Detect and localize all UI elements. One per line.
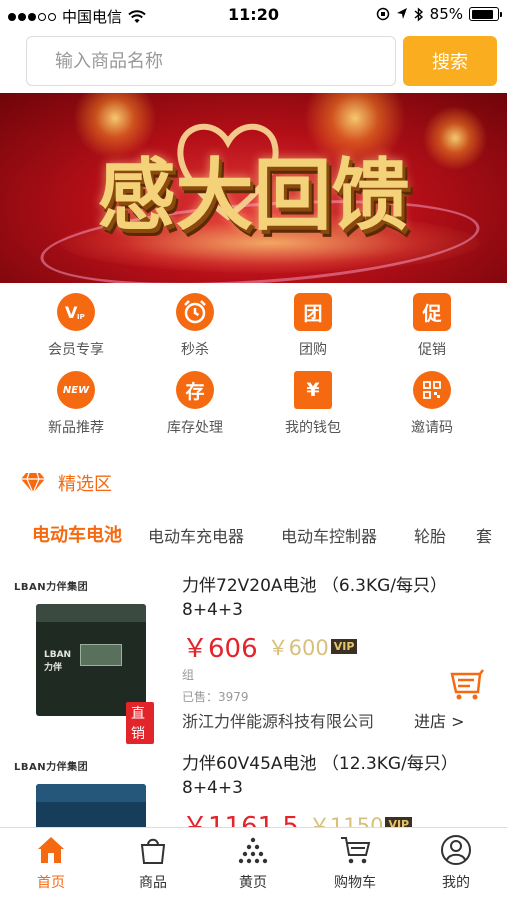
svg-text:IP: IP xyxy=(77,313,85,321)
app-screen: 中国电信 11:20 85% 搜索 xyxy=(0,0,507,900)
nav-label: 我的 xyxy=(442,875,470,891)
price-row: ￥606 ￥600 VIP xyxy=(182,628,358,665)
category-tabs: 电动车电池 电动车充电器 电动车控制器 轮胎 套 xyxy=(0,515,507,555)
menu-item-group-buy[interactable]: 团 团购 xyxy=(253,293,373,363)
menu-item-label: 团购 xyxy=(299,342,327,358)
product-brand: LBAN力伴集团 xyxy=(14,762,89,773)
diamond-icon xyxy=(21,472,45,494)
search-bar xyxy=(26,36,396,86)
menu-item-promotion[interactable]: 促 促销 xyxy=(372,293,492,363)
alarm-clock-icon xyxy=(176,293,214,331)
menu-item-label: 会员专享 xyxy=(48,342,104,358)
section-title: 精选区 xyxy=(58,474,112,495)
user-icon xyxy=(441,835,471,865)
menu-item-label: 新品推荐 xyxy=(48,420,104,436)
product-image[interactable]: LBAN力伴集团 LBAN 力伴 直销 xyxy=(14,578,154,744)
feature-menu: V IP 会员专享 秒杀 团 团购 促 促销 NEW 新品推荐 存 库存处理 ¥… xyxy=(0,285,507,445)
battery-icon xyxy=(469,7,502,21)
nav-yellow-pages[interactable]: 黄页 xyxy=(208,834,298,892)
product-card[interactable]: LBAN力伴集团 LBAN 力伴 直销 力伴72V20A电池 （6.3KG/每只）… xyxy=(0,570,507,744)
enter-store-link[interactable]: 进店 > xyxy=(414,708,465,732)
new-icon: NEW xyxy=(57,371,95,409)
menu-item-vip[interactable]: V IP 会员专享 xyxy=(16,293,136,363)
search-button[interactable]: 搜索 xyxy=(403,36,497,86)
search-input[interactable] xyxy=(27,37,395,85)
menu-item-new-products[interactable]: NEW 新品推荐 xyxy=(16,371,136,441)
bottom-navigation: 首页 商品 黄页 购物车 我的 xyxy=(0,827,507,900)
stock-icon: 存 xyxy=(176,371,214,409)
tab-more[interactable]: 套 xyxy=(476,523,492,547)
home-icon xyxy=(38,837,64,863)
search-button-label: 搜索 xyxy=(432,52,468,73)
menu-item-wallet[interactable]: ¥ 我的钱包 xyxy=(253,371,373,441)
tab-ev-battery[interactable]: 电动车电池 xyxy=(32,521,122,547)
promo-banner[interactable]: 感大回馈 xyxy=(0,93,507,283)
direct-sale-badge: 直销 xyxy=(126,702,154,744)
menu-item-label: 促销 xyxy=(418,342,446,358)
vip-badge: VIP xyxy=(330,639,358,654)
menu-item-invite-code[interactable]: 邀请码 xyxy=(372,371,492,441)
product-title[interactable]: 力伴60V45A电池 （12.3KG/每只）8+4+3 xyxy=(182,752,482,800)
banner-title: 感大回馈 xyxy=(97,150,410,241)
vip-price: ￥600 xyxy=(267,635,329,660)
menu-item-flash-sale[interactable]: 秒杀 xyxy=(135,293,255,363)
tab-tires[interactable]: 轮胎 xyxy=(414,523,446,547)
yellow-pages-icon xyxy=(238,837,268,864)
menu-item-label: 我的钱包 xyxy=(285,420,341,436)
qr-code-icon xyxy=(413,371,451,409)
shopping-bag-icon xyxy=(140,838,166,864)
orientation-lock-icon xyxy=(376,7,389,21)
tab-ev-charger[interactable]: 电动车充电器 xyxy=(148,523,244,547)
cart-icon xyxy=(341,837,371,864)
menu-item-label: 邀请码 xyxy=(411,420,453,436)
company-name: 浙江力伴能源科技有限公司 xyxy=(182,712,375,731)
product-price: ￥606 xyxy=(182,634,258,664)
product-unit: 组 xyxy=(182,668,195,682)
product-brand: LBAN力伴集团 xyxy=(14,582,89,593)
battery-percent: 85% xyxy=(429,5,463,23)
tab-ev-controller[interactable]: 电动车控制器 xyxy=(281,523,377,547)
nav-cart[interactable]: 购物车 xyxy=(310,834,400,892)
section-header: 精选区 xyxy=(20,470,112,496)
nav-label: 购物车 xyxy=(334,875,376,891)
nav-label: 首页 xyxy=(37,875,65,891)
product-title[interactable]: 力伴72V20A电池 （6.3KG/每只）8+4+3 xyxy=(182,574,482,622)
location-icon xyxy=(396,8,407,19)
nav-label: 黄页 xyxy=(239,875,267,891)
group-buy-icon: 团 xyxy=(294,293,332,331)
nav-me[interactable]: 我的 xyxy=(411,834,501,892)
promotion-icon: 促 xyxy=(413,293,451,331)
nav-label: 商品 xyxy=(139,875,167,891)
status-bar: 中国电信 11:20 85% xyxy=(0,0,507,30)
menu-item-label: 秒杀 xyxy=(181,342,209,358)
nav-products[interactable]: 商品 xyxy=(108,834,198,892)
nav-home[interactable]: 首页 xyxy=(6,834,96,892)
bluetooth-icon xyxy=(414,6,423,22)
product-card[interactable]: LBAN力伴集团 力伴60V45A电池 （12.3KG/每只）8+4+3 ￥11… xyxy=(0,748,507,896)
battery-picture: LBAN 力伴 xyxy=(36,604,146,716)
wallet-icon: ¥ xyxy=(294,371,332,409)
vip-icon: V IP xyxy=(57,293,95,331)
menu-item-stock-clearance[interactable]: 存 库存处理 xyxy=(135,371,255,441)
store-icon[interactable] xyxy=(448,668,484,702)
sold-count: 已售：3979 xyxy=(182,690,249,704)
menu-item-label: 库存处理 xyxy=(167,420,223,436)
